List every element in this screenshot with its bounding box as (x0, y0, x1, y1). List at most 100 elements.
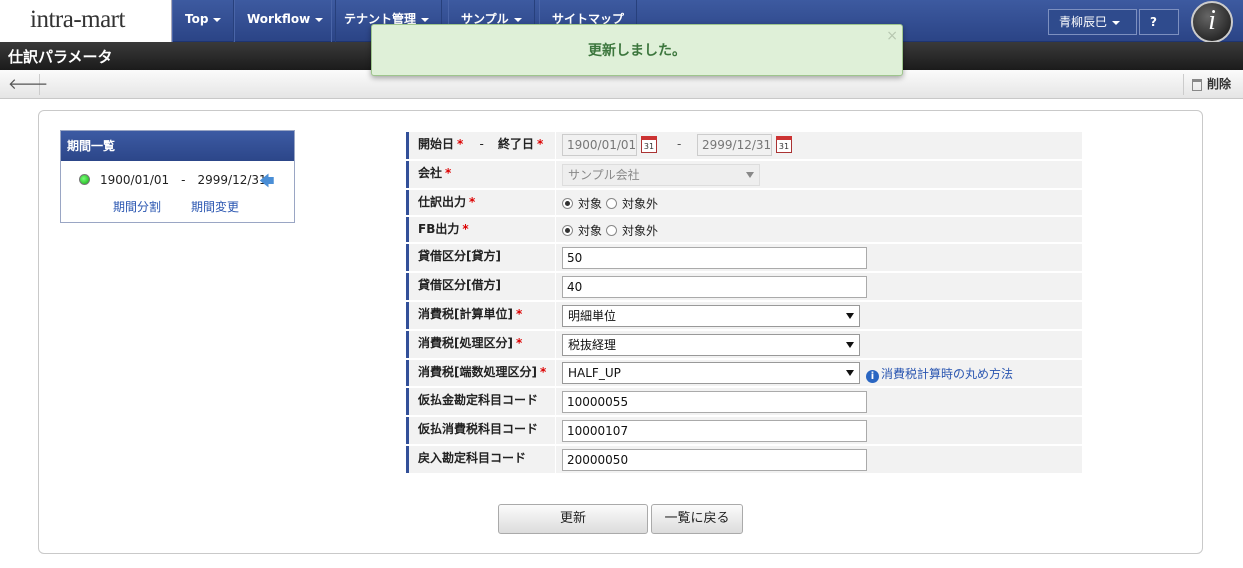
period-list: 期間一覧 1900/01/01 - 2999/12/31 🡄 期間分割 期間変更 (60, 130, 295, 223)
form-row-prepaid-tax: 仮払消費税科目コード 10000107 (406, 417, 1082, 446)
company-select[interactable]: サンプル会社 (562, 164, 760, 186)
fb-output-label-text: FB出力 (418, 222, 460, 236)
delete-button[interactable]: 削除 (1182, 74, 1231, 95)
radio-button-icon (606, 198, 617, 209)
period-change-link[interactable]: 期間変更 (191, 198, 239, 215)
user-menu[interactable]: 青柳辰巳 (1048, 9, 1137, 35)
fb-output-label: FB出力 * (406, 217, 555, 242)
debit-input[interactable]: 40 (562, 276, 867, 298)
required-mark: * (462, 222, 469, 236)
journal-output-value: 対象 対象外 (556, 190, 1082, 215)
calendar-icon[interactable]: 31 (641, 136, 657, 153)
toast-message: 更新しました。 (588, 43, 686, 59)
tax-unit-select[interactable]: 明細単位 (562, 305, 860, 327)
logo-text: intra-mart (30, 6, 125, 33)
required-mark: * (445, 166, 452, 180)
intra-mart-logo[interactable]: intra-mart (0, 0, 172, 42)
form-row-prepaid: 仮払金勘定科目コード 10000055 (406, 388, 1082, 417)
form-row-company: 会社 * サンプル会社 (406, 161, 1082, 190)
tax-rounding-select[interactable]: HALF_UP (562, 362, 860, 384)
form-row-dates: 開始日 * - 終了日 * 1900/01/01 31 - 2999/12/31 3… (406, 132, 1082, 161)
journal-radio-target[interactable]: 対象 (562, 195, 602, 212)
update-button[interactable]: 更新 (498, 504, 648, 534)
help-menu[interactable]: ? (1139, 9, 1179, 49)
tax-unit-label: 消費税[計算単位] * (406, 302, 555, 329)
tax-process-label-text: 消費税[処理区分] (418, 336, 513, 350)
period-item[interactable]: 1900/01/01 - 2999/12/31 (79, 171, 267, 188)
status-dot-icon (79, 174, 90, 185)
refund-label: 戻入勘定科目コード (406, 446, 555, 473)
radio-target-label: 対象 (578, 224, 603, 238)
company-value: サンプル会社 (556, 161, 1082, 188)
chevron-down-icon (846, 342, 854, 348)
company-label-text: 会社 (418, 166, 443, 180)
date-range-dash: - (677, 137, 682, 151)
credit-input[interactable]: 50 (562, 247, 867, 269)
tax-unit-select-value: 明細単位 (568, 309, 617, 323)
refund-input[interactable]: 20000050 (562, 449, 867, 471)
radio-button-icon (562, 198, 573, 209)
start-date-label: 開始日 (418, 137, 455, 151)
form-row-journal-output: 仕訳出力 * 対象 対象外 (406, 190, 1082, 217)
prepaid-tax-input[interactable]: 10000107 (562, 420, 867, 442)
chevron-down-icon (846, 313, 854, 319)
tax-rounding-label-text: 消費税[端数処理区分] (418, 365, 537, 379)
form-row-tax-process: 消費税[処理区分] * 税抜経理 (406, 331, 1082, 360)
info-icon: i (866, 370, 879, 383)
imart-user-icon[interactable]: i (1191, 1, 1233, 43)
chevron-down-icon (513, 17, 522, 22)
journal-radio-nontarget[interactable]: 対象外 (606, 195, 658, 212)
form-row-debit: 貸借区分[借方] 40 (406, 273, 1082, 302)
radio-target-label: 対象 (578, 197, 603, 211)
form-row-tax-rounding: 消費税[端数処理区分] * HALF_UP i 消費税計算時の丸め方法 (406, 360, 1082, 388)
required-mark: * (515, 336, 523, 350)
radio-nontarget-label: 対象外 (622, 197, 659, 211)
tax-process-value: 税抜経理 (556, 331, 1082, 358)
back-to-list-button[interactable]: 一覧に戻る (651, 504, 743, 534)
required-mark: * (515, 307, 523, 321)
end-date-input[interactable]: 2999/12/31 (697, 134, 772, 156)
fb-radio-nontarget[interactable]: 対象外 (606, 222, 658, 239)
form-row-refund: 戻入勘定科目コード 20000050 (406, 446, 1082, 475)
delete-label: 削除 (1206, 77, 1231, 91)
form-row-tax-unit: 消費税[計算単位] * 明細単位 (406, 302, 1082, 331)
chevron-down-icon (846, 370, 854, 376)
arrow-left-icon[interactable]: 🡄 (259, 171, 275, 196)
tax-rounding-help-text: 消費税計算時の丸め方法 (881, 367, 1014, 381)
radio-button-icon (562, 225, 573, 236)
close-icon[interactable]: × (886, 28, 898, 44)
company-select-value: サンプル会社 (568, 168, 640, 182)
radio-button-icon (606, 225, 617, 236)
prepaid-tax-label: 仮払消費税科目コード (406, 417, 555, 444)
prepaid-input[interactable]: 10000055 (562, 391, 867, 413)
back-button[interactable]: 🡐 (8, 74, 48, 95)
nav-workflow[interactable]: Workflow (234, 0, 337, 42)
tax-rounding-help-link[interactable]: i 消費税計算時の丸め方法 (866, 365, 1013, 383)
prepaid-value: 10000055 (556, 388, 1082, 415)
company-label: 会社 * (406, 161, 555, 188)
start-date-input[interactable]: 1900/01/01 (562, 134, 637, 156)
chevron-down-icon (1112, 20, 1121, 25)
page-title: 仕訳パラメータ (8, 48, 113, 66)
chevron-down-icon (421, 17, 430, 22)
debit-value: 40 (556, 273, 1082, 300)
tax-process-select[interactable]: 税抜経理 (562, 334, 860, 356)
required-mark: * (457, 137, 464, 151)
fb-radio-target[interactable]: 対象 (562, 222, 602, 239)
prepaid-label: 仮払金勘定科目コード (406, 388, 555, 415)
journal-output-label-text: 仕訳出力 (418, 195, 467, 209)
date-values: 1900/01/01 31 - 2999/12/31 31 (556, 132, 1082, 159)
chevron-down-icon (746, 172, 754, 178)
period-split-link[interactable]: 期間分割 (113, 198, 161, 215)
tax-process-label: 消費税[処理区分] * (406, 331, 555, 358)
credit-value: 50 (556, 244, 1082, 271)
tax-rounding-label: 消費税[端数処理区分] * (406, 360, 555, 386)
journal-output-label: 仕訳出力 * (406, 190, 555, 215)
main-panel: 期間一覧 1900/01/01 - 2999/12/31 🡄 期間分割 期間変更… (38, 110, 1203, 554)
calendar-icon[interactable]: 31 (776, 136, 792, 153)
prepaid-tax-value: 10000107 (556, 417, 1082, 444)
fb-output-value: 対象 対象外 (556, 217, 1082, 242)
tax-process-select-value: 税抜経理 (568, 338, 617, 352)
nav-top[interactable]: Top (172, 0, 235, 42)
required-mark: * (537, 137, 544, 151)
